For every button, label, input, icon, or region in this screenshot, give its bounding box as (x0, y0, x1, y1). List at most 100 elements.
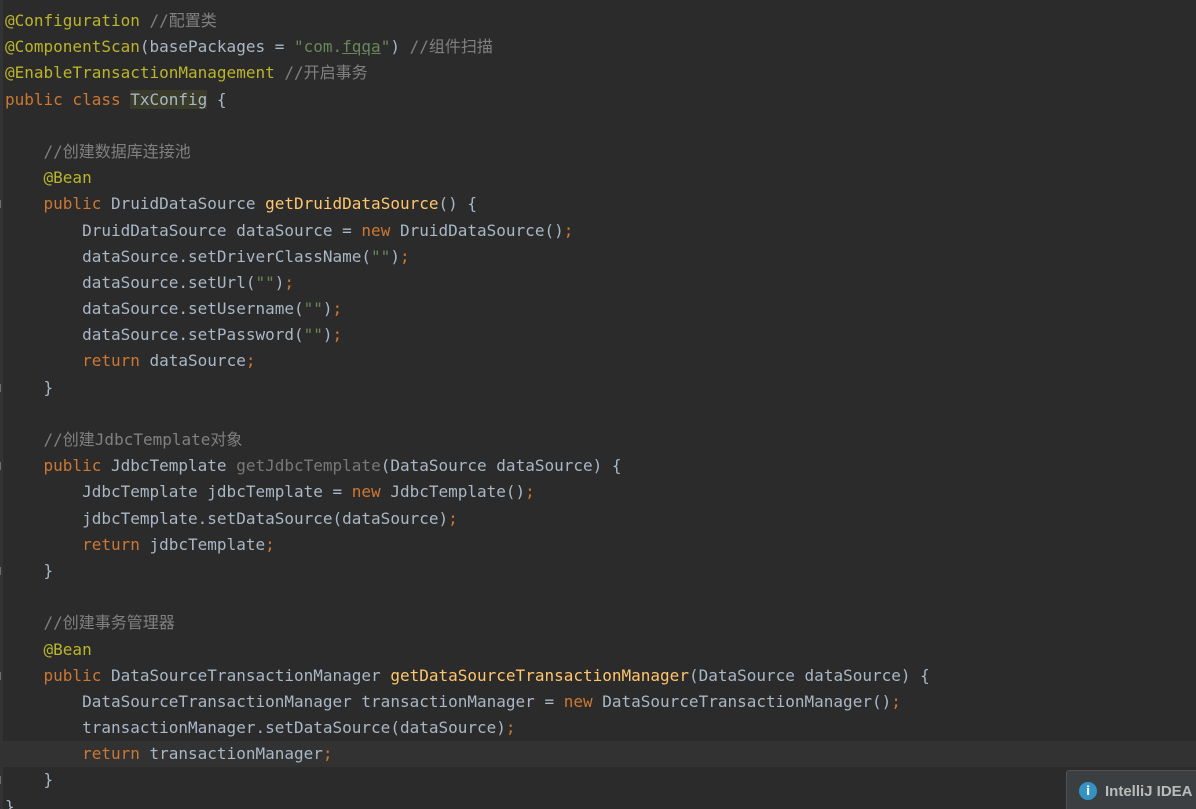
code-token: return (82, 351, 150, 371)
code-token: (basePackages = (139, 37, 294, 57)
code-token: //创建事务管理器 (43, 613, 175, 633)
code-token: getJdbcTemplate (236, 456, 381, 476)
code-token: " (380, 37, 391, 57)
code-token: ) (390, 246, 400, 266)
code-line[interactable]: @EnableTransactionManagement //开启事务 (5, 60, 1196, 86)
code-token: } (5, 560, 54, 580)
code-line[interactable]: public class TxConfig { (5, 87, 1196, 113)
code-line[interactable]: @Bean (5, 637, 1196, 663)
code-token: DataSourceTransactionManager transaction… (5, 691, 564, 711)
code-token: "" (303, 325, 323, 345)
code-token: public (43, 665, 111, 685)
code-line[interactable]: transactionManager.setDataSource(dataSou… (5, 715, 1196, 741)
code-token: } (5, 770, 54, 790)
code-token: //创建数据库连接池 (43, 141, 191, 161)
code-token: ; (332, 325, 343, 345)
code-line[interactable]: dataSource.setPassword(""); (5, 322, 1196, 348)
info-icon: i (1079, 782, 1097, 800)
code-token: (DataSource dataSource) { (380, 456, 622, 476)
fold-marker-icon[interactable] (0, 462, 4, 471)
code-token: ; (265, 534, 275, 554)
code-line[interactable]: @Configuration //配置类 (5, 8, 1196, 34)
code-token: { (207, 89, 227, 109)
code-area[interactable]: @Configuration //配置类 @ComponentScan(baseP… (0, 8, 1196, 809)
code-line[interactable]: DataSourceTransactionManager transaction… (5, 689, 1196, 715)
code-line[interactable]: DruidDataSource dataSource = new DruidDa… (5, 218, 1196, 244)
code-editor[interactable]: @Configuration //配置类 @ComponentScan(baseP… (0, 0, 1196, 809)
code-line[interactable]: return jdbcTemplate; (5, 532, 1196, 558)
code-line[interactable]: dataSource.setUsername(""); (5, 296, 1196, 322)
code-line[interactable]: return dataSource; (5, 348, 1196, 374)
code-token: new (351, 482, 391, 502)
code-token: ) (322, 325, 333, 345)
code-token: () { (438, 194, 478, 214)
code-line[interactable]: public JdbcTemplate getJdbcTemplate(Data… (0, 453, 1196, 479)
code-token: } (5, 796, 15, 809)
code-line[interactable]: //创建事务管理器 (5, 610, 1196, 636)
code-line[interactable]: } (5, 794, 1196, 809)
code-token: jdbcTemplate (149, 534, 266, 554)
code-line[interactable]: dataSource.setDriverClassName(""); (5, 244, 1196, 270)
code-token: //创建JdbcTemplate对象 (43, 430, 243, 449)
code-token: "com. (293, 37, 343, 57)
code-line[interactable]: dataSource.setUrl(""); (5, 270, 1196, 296)
code-token: transactionManager (149, 744, 323, 764)
code-token: public (43, 194, 111, 214)
ide-notification-balloon[interactable]: i IntelliJ IDEA (1066, 770, 1196, 809)
code-token: //配置类 (149, 11, 217, 30)
code-token: public (43, 456, 111, 476)
code-token: @Configuration (5, 11, 140, 30)
code-line[interactable]: } (0, 375, 1196, 401)
code-token: JdbcTemplate (110, 456, 237, 476)
code-token: DataSourceTransactionManager() (602, 691, 892, 711)
code-token: DruidDataSource dataSource = (5, 220, 362, 240)
code-line[interactable] (5, 113, 1196, 139)
code-line[interactable]: } (0, 767, 1196, 793)
code-line[interactable] (5, 584, 1196, 610)
fold-marker-icon[interactable] (0, 383, 4, 392)
code-token: ; (448, 508, 458, 528)
fold-marker-icon[interactable] (0, 566, 4, 575)
notification-text: IntelliJ IDEA (1105, 782, 1193, 800)
code-line[interactable] (5, 401, 1196, 427)
editor-gutter[interactable] (0, 0, 3, 809)
code-line[interactable]: JdbcTemplate jdbcTemplate = new JdbcTemp… (5, 479, 1196, 505)
code-token: ; (322, 744, 333, 764)
code-token: dataSource.setUrl( (5, 272, 256, 292)
code-token: ; (525, 482, 535, 502)
code-token: @EnableTransactionManagement (5, 63, 275, 83)
code-line[interactable]: //创建JdbcTemplate对象 (5, 427, 1196, 453)
code-token: dataSource.setUsername( (5, 299, 304, 319)
code-token: dataSource.setDriverClassName( (5, 246, 372, 266)
fold-marker-icon[interactable] (0, 200, 4, 209)
code-token: new (563, 691, 603, 711)
code-line[interactable]: public DruidDataSource getDruidDataSourc… (0, 191, 1196, 217)
code-token: DruidDataSource (110, 194, 266, 214)
fold-marker-icon[interactable] (0, 776, 4, 785)
code-token: "" (371, 246, 391, 266)
code-token: return (82, 534, 150, 554)
code-token: dataSource.setPassword( (5, 325, 304, 345)
code-line[interactable]: } (0, 558, 1196, 584)
code-line-current[interactable]: return transactionManager; (0, 741, 1196, 768)
code-line[interactable]: @Bean (5, 165, 1196, 191)
code-line[interactable]: jdbcTemplate.setDataSource(dataSource); (5, 506, 1196, 532)
code-line[interactable]: public DataSourceTransactionManager getD… (0, 663, 1196, 689)
code-line[interactable]: @ComponentScan(basePackages = "com.fqqa"… (5, 34, 1196, 60)
code-token: dataSource (149, 351, 246, 371)
fold-marker-icon[interactable] (0, 671, 4, 680)
code-token: DruidDataSource() (399, 220, 564, 240)
code-token: ; (505, 718, 516, 738)
code-token: (DataSource dataSource) { (688, 665, 930, 685)
code-token: ; (399, 246, 410, 266)
code-line[interactable]: //创建数据库连接池 (5, 139, 1196, 165)
